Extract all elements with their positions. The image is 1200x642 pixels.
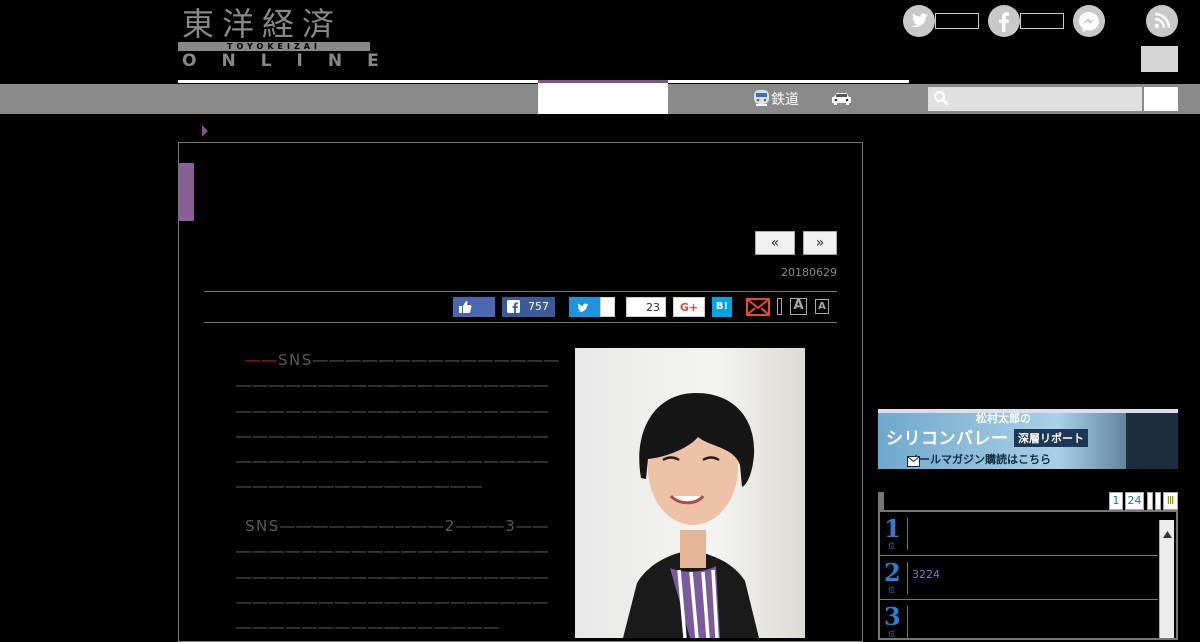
envelope-icon — [907, 452, 920, 469]
logo-sub-text: ONLINE — [182, 51, 404, 71]
font-large-button[interactable]: A — [790, 298, 807, 315]
mail-icon[interactable] — [746, 298, 770, 320]
search-button[interactable] — [1144, 87, 1178, 111]
font-small-button[interactable]: A — [815, 299, 829, 314]
article-paragraph-2: SNS――――――――――2―――3――――――――――――――――――――――… — [236, 517, 550, 630]
banner-cta: メールマガジン購読はこちら — [908, 453, 1051, 466]
rank-divider — [907, 606, 908, 638]
tweet-button[interactable] — [569, 297, 600, 317]
ranking-tab-extra[interactable]: Ⅲ — [1163, 492, 1178, 510]
tweet-count-bubble — [600, 297, 615, 317]
facebook-share-count: 757 — [528, 300, 549, 313]
hatena-count: 23 — [646, 301, 660, 314]
rank-suffix: 位 — [888, 586, 895, 594]
facebook-like-button[interactable] — [453, 297, 495, 317]
rank-suffix: 位 — [888, 630, 895, 638]
twitter-icon[interactable] — [903, 5, 935, 37]
hatena-bookmark-button[interactable]: B! — [712, 297, 732, 317]
facebook-share-button[interactable]: 757 — [502, 297, 555, 317]
banner-title: シリコンバレー — [886, 429, 1009, 449]
twitter-count-box — [935, 13, 979, 29]
ranking-item-1[interactable]: 1 位 — [880, 512, 1158, 556]
hatena-count-bubble: 23 — [626, 297, 666, 317]
share-rule-top — [204, 291, 837, 292]
rank-number: 3 — [884, 602, 901, 631]
next-page-button[interactable]: » — [803, 231, 837, 255]
banner-portrait — [1126, 413, 1178, 469]
car-icon[interactable] — [830, 91, 853, 111]
rss-icon[interactable] — [1146, 5, 1178, 37]
ranking-scrollbar[interactable] — [1159, 520, 1174, 638]
print-button[interactable] — [777, 298, 782, 315]
rank-number: 2 — [884, 558, 901, 587]
facebook-icon[interactable] — [988, 5, 1020, 37]
ranking-tab-3[interactable] — [1147, 492, 1153, 510]
rank-title: 3224 — [912, 568, 940, 581]
share-rule-bottom — [204, 322, 837, 323]
ranking-item-2[interactable]: 2 位 3224 — [880, 556, 1158, 600]
prev-page-button[interactable]: « — [755, 231, 795, 255]
search-icon — [933, 90, 949, 110]
logo-bar-text: TOYOKEIZAI — [178, 42, 370, 51]
thumbs-up-icon — [458, 300, 472, 321]
ranking-list: 1 位 2 位 3224 3 位 — [878, 510, 1178, 640]
logo-main-text: 東洋経済 — [182, 5, 343, 43]
title-accent-bar — [179, 163, 194, 221]
breadcrumb-arrow-icon — [202, 125, 208, 137]
rank-divider — [907, 518, 908, 550]
banner-subtitle: 深層リポート — [1014, 429, 1088, 447]
search-input[interactable] — [928, 87, 1142, 111]
train-icon — [752, 89, 771, 113]
rank-number: 1 — [884, 514, 901, 543]
ranking-tab-2[interactable]: 24 — [1125, 492, 1144, 510]
paragraph-lead-mark: ―― — [245, 351, 278, 369]
ranking-tab-4[interactable] — [1155, 492, 1161, 510]
scroll-up-icon[interactable] — [1163, 523, 1172, 542]
messenger-icon[interactable] — [1073, 5, 1105, 37]
header-menu-button[interactable] — [1141, 46, 1178, 72]
rank-divider — [907, 562, 908, 594]
nav-tab-active[interactable] — [538, 80, 668, 114]
ranking-head-marker — [878, 492, 884, 510]
publish-date: 20180629 — [781, 266, 837, 279]
newsletter-banner[interactable]: 松村太郎の シリコンバレー 深層リポート メールマガジン購読はこちら — [878, 409, 1178, 469]
nav-rail-label: 鉄道 — [771, 92, 799, 108]
nav-item-rail[interactable]: 鉄道 — [752, 89, 799, 113]
ranking-tab-1[interactable]: 1 — [1109, 492, 1123, 510]
facebook-icon — [507, 300, 520, 320]
twitter-icon — [576, 300, 592, 321]
site-logo[interactable]: 東洋経済 TOYOKEIZAI ONLINE — [178, 5, 404, 71]
facebook-count-box — [1020, 13, 1064, 29]
google-plus-button[interactable]: G+ — [673, 297, 705, 317]
rank-suffix: 位 — [888, 542, 895, 550]
ranking-item-3[interactable]: 3 位 — [880, 600, 1158, 638]
paragraph-1-text: SNS―――――――――――――――――――――――――――――――――――――… — [236, 351, 561, 496]
article-paragraph-1: ――SNS―――――――――――――――――――――――――――――――――――… — [236, 348, 561, 500]
article-photo — [575, 348, 805, 638]
